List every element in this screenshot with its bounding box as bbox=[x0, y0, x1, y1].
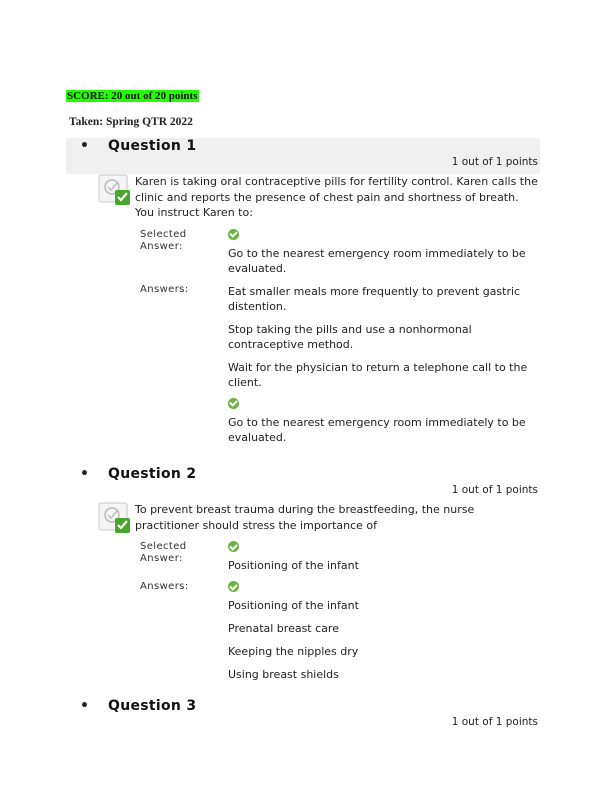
question-text: Karen is taking oral contraceptive pills… bbox=[135, 175, 538, 219]
answer-option: Wait for the physician to return a telep… bbox=[228, 360, 528, 389]
correct-question-icon bbox=[98, 502, 130, 533]
question-points: 1 out of 1 points bbox=[451, 716, 538, 728]
answer-grid: Selected Answer: Positioning of the infa… bbox=[140, 541, 540, 690]
taken-term: Taken: Spring QTR 2022 bbox=[69, 116, 193, 128]
question-points: 1 out of 1 points bbox=[451, 156, 538, 168]
question-1: • Question 1 1 out of 1 points Karen is … bbox=[66, 138, 540, 453]
selected-answer-row: Selected Answer: Go to the nearest emerg… bbox=[140, 228, 540, 284]
question-title: Question 2 bbox=[108, 466, 197, 482]
question-title: Question 1 bbox=[108, 138, 197, 154]
bullet-icon: • bbox=[80, 138, 89, 154]
answers-row: Answers: Eat smaller meals more frequent… bbox=[140, 284, 540, 453]
score-summary: SCORE: 20 out of 20 points bbox=[66, 90, 199, 102]
selected-answer-row: Selected Answer: Positioning of the infa… bbox=[140, 541, 540, 581]
question-2: • Question 2 1 out of 1 points To preven… bbox=[66, 466, 540, 690]
question-title: Question 3 bbox=[108, 698, 197, 714]
answers-label: Answers: bbox=[140, 283, 189, 295]
bullet-icon: • bbox=[80, 466, 89, 482]
selected-answer-label: Selected Answer: bbox=[140, 228, 187, 252]
answer-option-correct: Go to the nearest emergency room immedia… bbox=[228, 397, 540, 445]
answers-label: Answers: bbox=[140, 581, 189, 592]
question-body: To prevent breast trauma during the brea… bbox=[66, 502, 540, 690]
answer-option: Stop taking the pills and use a nonhormo… bbox=[228, 322, 472, 351]
answer-option-correct: Positioning of the infant bbox=[228, 581, 540, 613]
question-header: • Question 2 1 out of 1 points bbox=[66, 466, 540, 502]
correct-check-icon bbox=[228, 228, 239, 240]
question-text: To prevent breast trauma during the brea… bbox=[135, 503, 475, 532]
selected-answer-text: Go to the nearest emergency room immedia… bbox=[228, 246, 526, 275]
answer-option: Eat smaller meals more frequently to pre… bbox=[228, 284, 521, 313]
answer-option: Prenatal breast care bbox=[228, 622, 339, 635]
question-3: • Question 3 1 out of 1 points bbox=[66, 698, 540, 734]
correct-question-icon bbox=[98, 174, 130, 205]
answer-option: Using breast shields bbox=[228, 668, 339, 681]
question-body: Karen is taking oral contraceptive pills… bbox=[66, 174, 540, 453]
answer-grid: Selected Answer: Go to the nearest emerg… bbox=[140, 228, 540, 453]
answer-option-text: Positioning of the infant bbox=[228, 599, 359, 612]
question-header: • Question 3 1 out of 1 points bbox=[66, 698, 540, 734]
answer-option: Keeping the nipples dry bbox=[228, 645, 359, 658]
bullet-icon: • bbox=[80, 698, 89, 714]
question-header: • Question 1 1 out of 1 points bbox=[66, 138, 540, 174]
correct-check-icon bbox=[228, 397, 239, 409]
question-points: 1 out of 1 points bbox=[451, 484, 538, 496]
selected-answer-label: Selected Answer: bbox=[140, 541, 187, 564]
selected-answer-text: Positioning of the infant bbox=[228, 559, 359, 572]
correct-check-icon bbox=[228, 581, 239, 592]
answers-row: Answers: Positioning of the infant Prena… bbox=[140, 581, 540, 690]
answer-option-text: Go to the nearest emergency room immedia… bbox=[228, 415, 526, 444]
correct-check-icon bbox=[228, 541, 239, 552]
